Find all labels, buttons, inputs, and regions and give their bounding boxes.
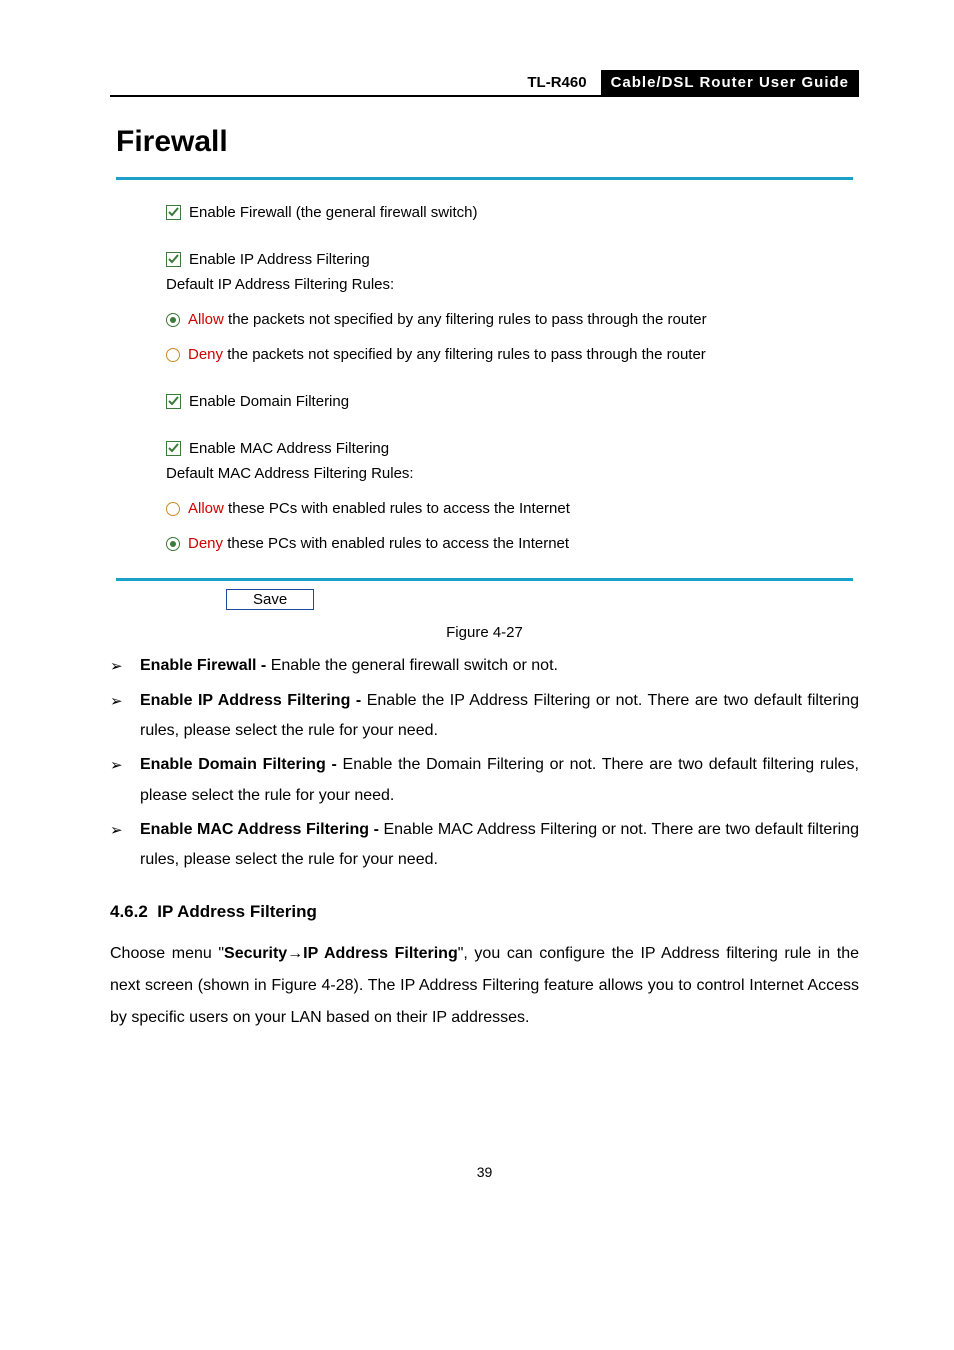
ip-allow-row: Allow the packets not specified by any f…: [166, 311, 841, 328]
bullet-2: Enable IP Address Filtering - Enable the…: [140, 686, 859, 747]
bullet-arrow-icon: ➢: [110, 750, 140, 811]
enable-firewall-label: Enable Firewall (the general firewall sw…: [189, 204, 477, 221]
mac-allow-text: Allow these PCs with enabled rules to ac…: [188, 500, 570, 517]
bullet-arrow-icon: ➢: [110, 686, 140, 747]
bullet-list: ➢ Enable Firewall - Enable the general f…: [110, 651, 859, 876]
enable-ip-label: Enable IP Address Filtering: [189, 251, 370, 268]
bullet-arrow-icon: ➢: [110, 651, 140, 682]
mac-rules-heading: Default MAC Address Filtering Rules:: [166, 465, 841, 482]
enable-domain-label: Enable Domain Filtering: [189, 393, 349, 410]
enable-domain-row: Enable Domain Filtering: [166, 393, 841, 410]
model-label: TL-R460: [517, 70, 600, 95]
mac-deny-text: Deny these PCs with enabled rules to acc…: [188, 535, 569, 552]
guide-label: Cable/DSL Router User Guide: [601, 70, 859, 95]
radio-ip-allow[interactable]: [166, 313, 180, 327]
mac-deny-row: Deny these PCs with enabled rules to acc…: [166, 535, 841, 552]
enable-firewall-row: Enable Firewall (the general firewall sw…: [166, 204, 841, 221]
firewall-panel: Firewall Enable Firewall (the general fi…: [110, 125, 859, 610]
ip-allow-text: Allow the packets not specified by any f…: [188, 311, 707, 328]
panel-title: Firewall: [116, 125, 853, 159]
ip-rules-heading: Default IP Address Filtering Rules:: [166, 276, 841, 293]
mac-allow-row: Allow these PCs with enabled rules to ac…: [166, 500, 841, 517]
ip-deny-text: Deny the packets not specified by any fi…: [188, 346, 706, 363]
page-number: 39: [110, 1164, 859, 1180]
radio-mac-deny[interactable]: [166, 537, 180, 551]
checkbox-enable-mac[interactable]: [166, 441, 181, 456]
ip-deny-row: Deny the packets not specified by any fi…: [166, 346, 841, 363]
arrow-icon: →: [287, 945, 303, 962]
bullet-3: Enable Domain Filtering - Enable the Dom…: [140, 750, 859, 811]
enable-mac-row: Enable MAC Address Filtering: [166, 440, 841, 457]
page-header: TL-R460 Cable/DSL Router User Guide: [110, 70, 859, 97]
checkbox-enable-domain[interactable]: [166, 394, 181, 409]
checkbox-enable-firewall[interactable]: [166, 205, 181, 220]
radio-mac-allow[interactable]: [166, 502, 180, 516]
section-heading: 4.6.2 IP Address Filtering: [110, 902, 859, 922]
radio-ip-deny[interactable]: [166, 348, 180, 362]
enable-ip-row: Enable IP Address Filtering: [166, 251, 841, 268]
checkbox-enable-ip[interactable]: [166, 252, 181, 267]
section-paragraph: Choose menu "Security→IP Address Filteri…: [110, 938, 859, 1034]
panel-body: Enable Firewall (the general firewall sw…: [116, 177, 853, 581]
save-button[interactable]: Save: [226, 589, 314, 610]
bullet-4: Enable MAC Address Filtering - Enable MA…: [140, 815, 859, 876]
enable-mac-label: Enable MAC Address Filtering: [189, 440, 389, 457]
bullet-1: Enable Firewall - Enable the general fir…: [140, 651, 859, 682]
figure-caption: Figure 4-27: [110, 624, 859, 641]
bullet-arrow-icon: ➢: [110, 815, 140, 876]
